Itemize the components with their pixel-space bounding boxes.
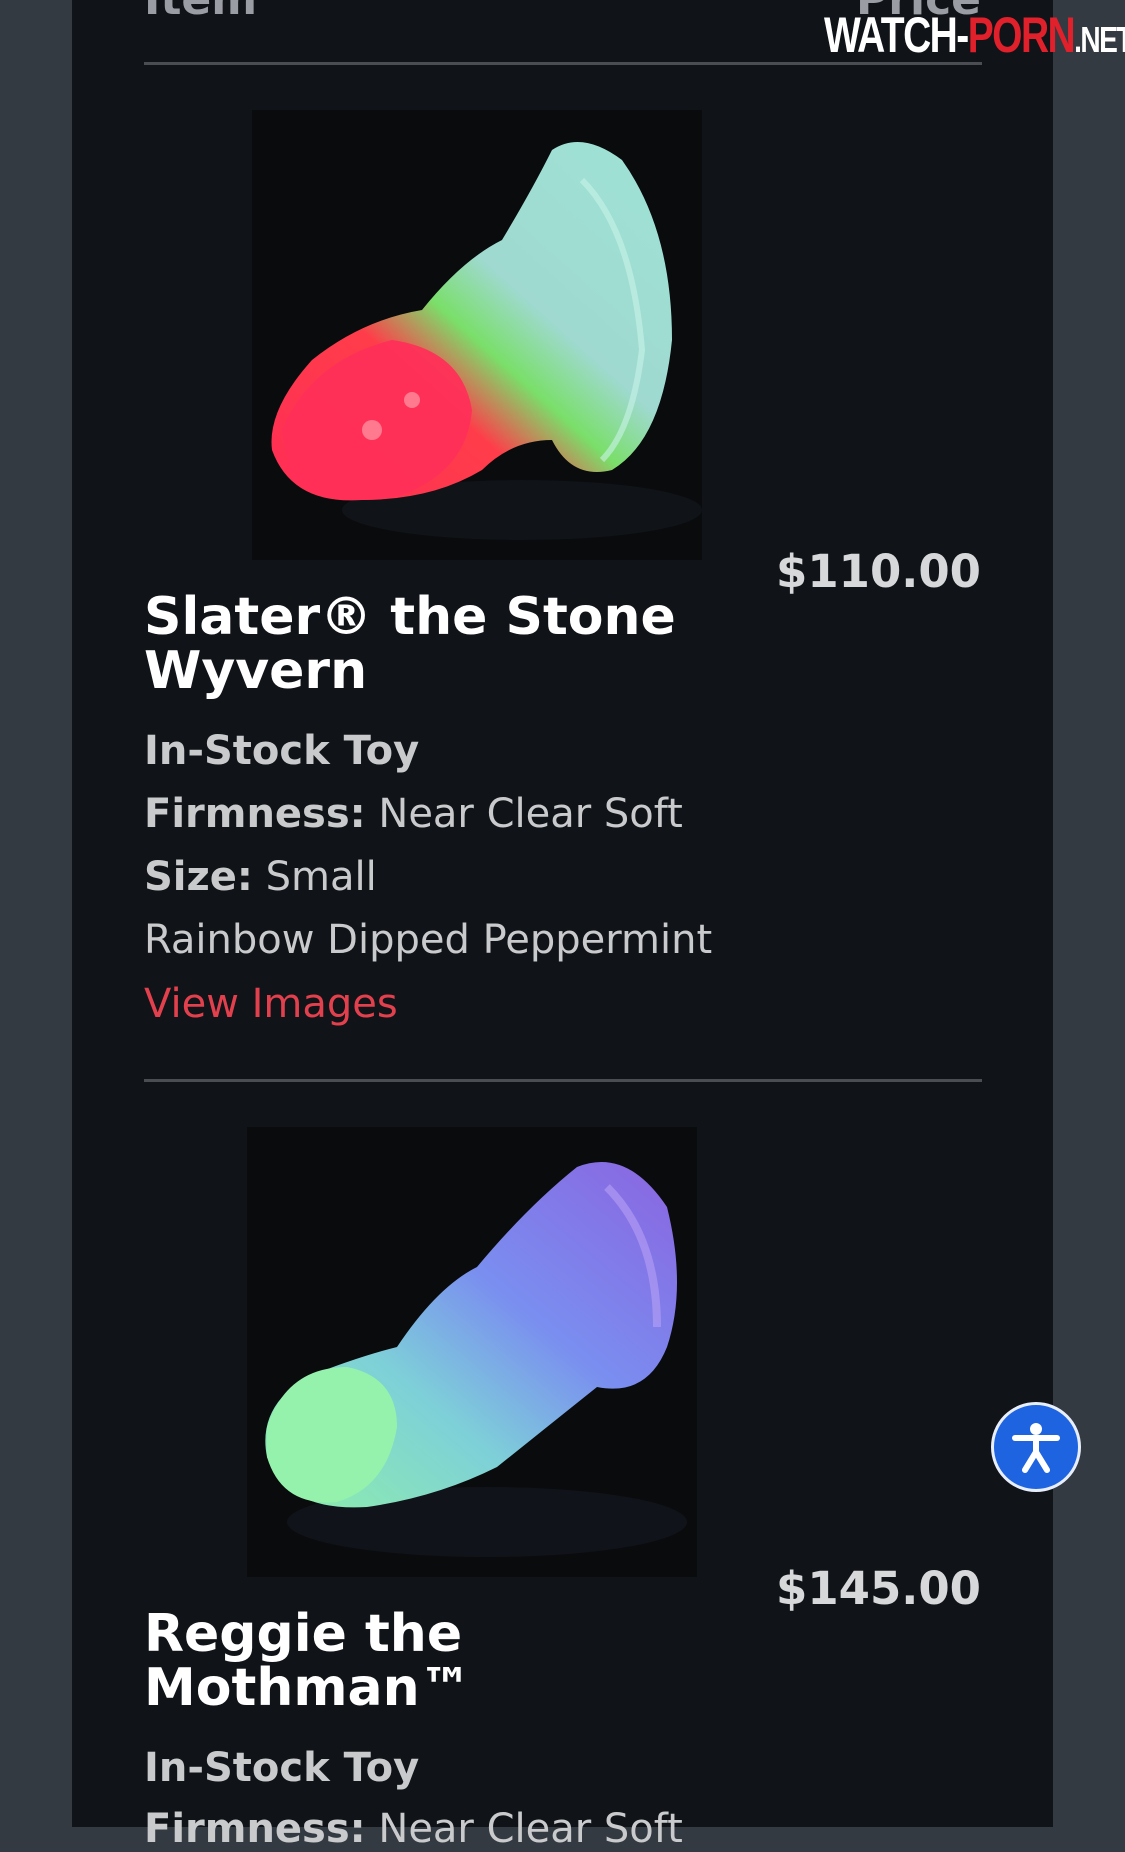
firmness-value: Near Clear Soft [378, 1806, 683, 1852]
product-title[interactable]: Reggie the Mothman™ [144, 1607, 744, 1715]
color-variant: Rainbow Dipped Peppermint [144, 917, 713, 963]
product-image-graphic [252, 110, 702, 560]
product-price: $110.00 [776, 545, 981, 598]
firmness-line: Firmness: Near Clear Soft [144, 1806, 683, 1852]
firmness-label: Firmness: [144, 1806, 366, 1852]
firmness-line: Firmness: Near Clear Soft [144, 791, 683, 837]
watermark-part: .NET [1074, 19, 1125, 60]
view-images-link[interactable]: View Images [144, 981, 398, 1027]
product-image-graphic [247, 1127, 697, 1577]
size-value: Small [265, 854, 377, 900]
firmness-label: Firmness: [144, 791, 366, 837]
size-line: Size: Small [144, 854, 377, 900]
stock-status: In-Stock Toy [144, 728, 420, 774]
watermark-logo: WATCH-PORN.NET [824, 10, 1125, 60]
size-label: Size: [144, 854, 253, 900]
watermark-part: PORN [967, 7, 1076, 63]
product-title[interactable]: Slater® the Stone Wyvern [144, 590, 744, 698]
accessibility-button[interactable] [991, 1402, 1081, 1492]
cart-panel: Item Price [72, 0, 1053, 1852]
product-image-reggie[interactable] [247, 1127, 697, 1577]
product-price: $145.00 [776, 1562, 981, 1615]
stock-status: In-Stock Toy [144, 1745, 420, 1791]
firmness-value: Near Clear Soft [378, 791, 683, 837]
product-divider [144, 1079, 982, 1082]
product-image-slater[interactable] [252, 110, 702, 560]
item-column-header: Item [144, 0, 257, 22]
watermark-part: WATCH- [824, 7, 969, 63]
accessibility-person-icon [1012, 1423, 1060, 1473]
